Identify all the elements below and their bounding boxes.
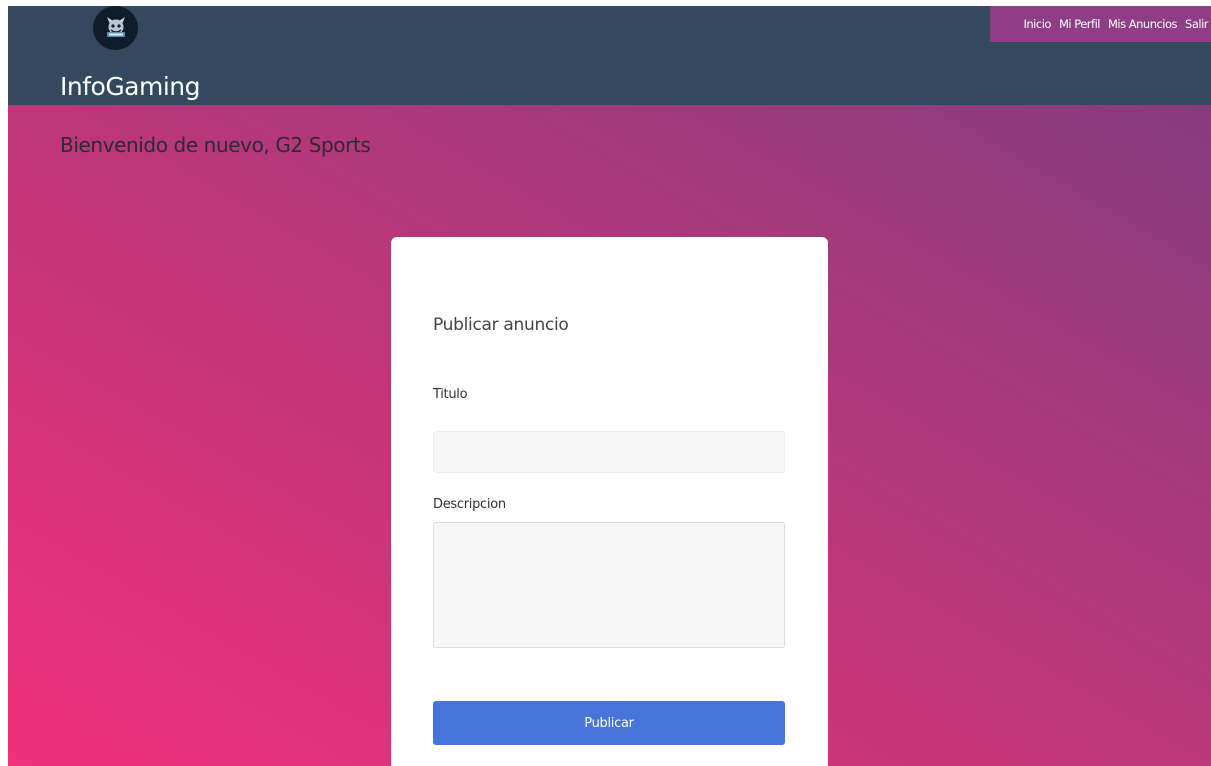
welcome-message: Bienvenido de nuevo, G2 Sports <box>60 133 371 157</box>
descripcion-label: Descripcion <box>433 497 506 512</box>
nav-item-mi-perfil[interactable]: Mi Perfil <box>1059 17 1101 31</box>
form-title: Publicar anuncio <box>433 315 569 335</box>
nav-item-mis-anuncios[interactable]: Mis Anuncios <box>1108 17 1178 31</box>
page: InfoGaming Inicio Mi Perfil Mis Anuncios… <box>8 6 1211 766</box>
publicar-button[interactable]: Publicar <box>433 701 785 745</box>
titulo-label: Titulo <box>433 387 468 402</box>
brand-name[interactable]: InfoGaming <box>60 72 201 101</box>
logo[interactable] <box>93 6 138 50</box>
nav-item-salir[interactable]: Salir <box>1185 17 1208 31</box>
gaming-mascot-icon <box>106 17 125 37</box>
site-header: InfoGaming Inicio Mi Perfil Mis Anuncios… <box>8 6 1211 105</box>
titulo-input[interactable] <box>433 431 785 473</box>
top-nav: Inicio Mi Perfil Mis Anuncios Salir <box>990 6 1211 42</box>
descripcion-textarea[interactable] <box>433 522 785 648</box>
publish-ad-card: Publicar anuncio Titulo Descripcion Publ… <box>391 237 828 766</box>
nav-item-inicio[interactable]: Inicio <box>1024 17 1052 31</box>
